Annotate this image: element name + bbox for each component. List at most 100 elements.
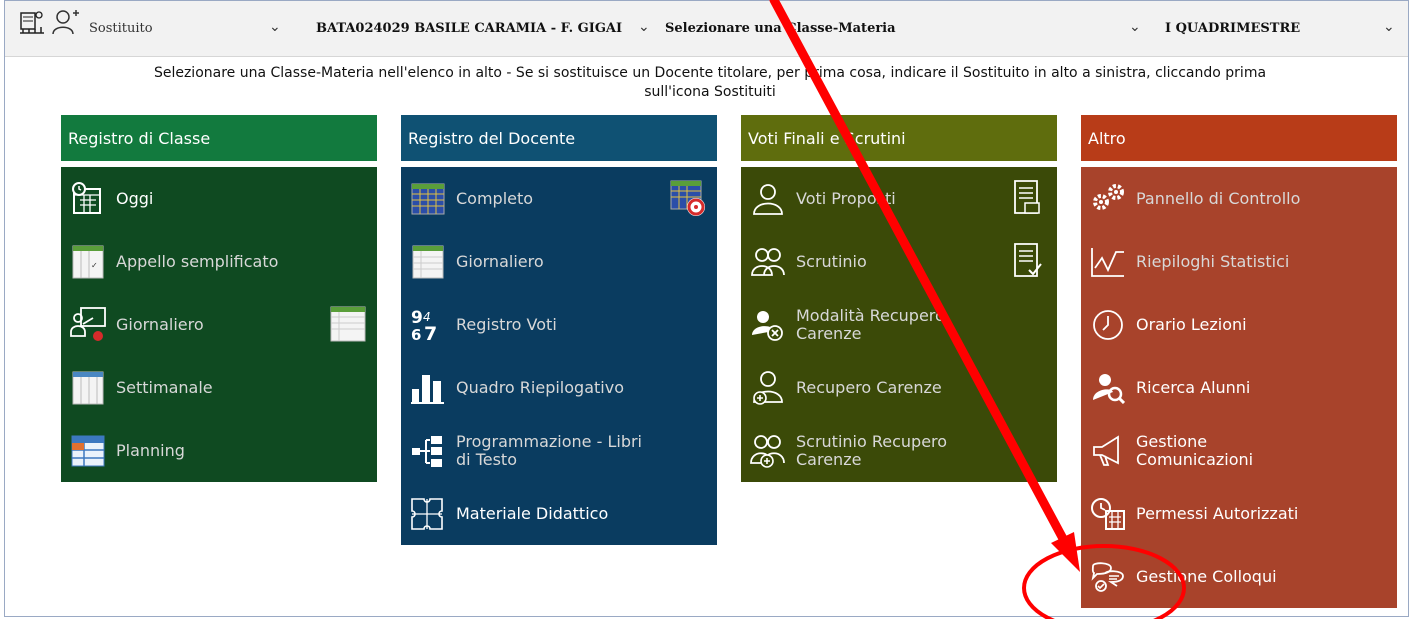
- users-plus-icon: [748, 431, 788, 471]
- user-outline-icon: [748, 179, 788, 219]
- menu-item-scrutinio-recupero[interactable]: Scrutinio Recupero Carenze: [741, 419, 1057, 482]
- menu-item-riepiloghi-statistici[interactable]: Riepiloghi Statistici: [1081, 230, 1397, 293]
- recovery-icon: [748, 305, 788, 345]
- permission-clock-icon: [1088, 494, 1128, 534]
- menu-item-scrutinio[interactable]: Scrutinio: [741, 230, 1057, 293]
- menu-item-giornaliero-docente[interactable]: Giornaliero: [401, 230, 717, 293]
- register-icon: ✓: [68, 242, 108, 282]
- sheet-icon[interactable]: [329, 305, 367, 343]
- chevron-down-icon[interactable]: ⌄: [269, 19, 281, 35]
- chevron-down-icon[interactable]: ⌄: [1129, 19, 1141, 35]
- sheet-icon: [408, 242, 448, 282]
- menu-item-pannello-controllo[interactable]: Pannello di Controllo: [1081, 167, 1397, 230]
- registro-docente-panel: Registro del Docente Completo Giornalier…: [401, 115, 717, 545]
- menu-item-oggi[interactable]: Oggi: [61, 167, 377, 230]
- menu-item-registro-voti[interactable]: 9467 Registro Voti: [401, 293, 717, 356]
- panel-body: Completo Giornaliero 9467 Registro Voti …: [401, 167, 717, 545]
- panel-title: Voti Finali e Scrutini: [741, 115, 1057, 161]
- menu-item-label: Modalità Recupero Carenze: [796, 305, 945, 343]
- top-bar: Sostituito ⌄ BATA024029 BASILE CARAMIA -…: [5, 1, 1408, 57]
- panel-body: Oggi ✓ Appello semplificato Giornaliero …: [61, 167, 377, 482]
- svg-text:✓: ✓: [91, 261, 98, 270]
- menu-item-completo[interactable]: Completo: [401, 167, 717, 230]
- svg-text:9: 9: [411, 308, 423, 328]
- user-search-icon: [1088, 368, 1128, 408]
- altro-panel: Altro Pannello di Controllo Riepiloghi S…: [1081, 115, 1397, 608]
- chevron-down-icon[interactable]: ⌄: [638, 19, 650, 35]
- menu-item-quadro-riepilogativo[interactable]: Quadro Riepilogativo: [401, 356, 717, 419]
- planning-table-icon: [68, 431, 108, 471]
- voti-finali-panel: Voti Finali e Scrutini Voti Proposti Scr…: [741, 115, 1057, 482]
- menu-item-label: Gestione Colloqui: [1136, 566, 1277, 586]
- grid-icon: [408, 179, 448, 219]
- substitute-user-icon[interactable]: [51, 9, 81, 35]
- menu-item-label: Pannello di Controllo: [1136, 188, 1301, 208]
- menu-item-label: Scrutinio Recupero Carenze: [796, 431, 948, 469]
- puzzle-icon: [408, 494, 448, 534]
- menu-item-label: Completo: [456, 188, 534, 208]
- menu-item-orario-lezioni[interactable]: Orario Lezioni: [1081, 293, 1397, 356]
- menu-item-permessi-autorizzati[interactable]: Permessi Autorizzati: [1081, 482, 1397, 545]
- bar-chart-icon: [408, 368, 448, 408]
- svg-text:6: 6: [411, 326, 421, 343]
- teacher-board-icon: [68, 305, 108, 345]
- menu-item-label: Planning: [116, 440, 185, 460]
- menu-item-label: Giornaliero: [116, 314, 204, 334]
- calendar-clock-icon: [68, 179, 108, 219]
- menu-item-label: Gestione Comunicazioni: [1136, 431, 1254, 469]
- users-outline-icon: [748, 242, 788, 282]
- sostituito-select[interactable]: Sostituito: [89, 21, 153, 36]
- menu-item-label: Scrutinio: [796, 251, 867, 271]
- user-plus-icon: [748, 368, 788, 408]
- school-building-icon[interactable]: [19, 9, 45, 35]
- panel-body: Voti Proposti Scrutinio Modalità Recuper…: [741, 167, 1057, 482]
- document-icon[interactable]: [1009, 179, 1047, 217]
- menu-item-label: Registro Voti: [456, 314, 557, 334]
- chat-bubbles-icon: [1088, 557, 1128, 597]
- menu-item-label: Recupero Carenze: [796, 377, 942, 397]
- menu-item-label: Orario Lezioni: [1136, 314, 1247, 334]
- svg-text:7: 7: [424, 323, 437, 343]
- menu-item-label: Riepiloghi Statistici: [1136, 251, 1290, 271]
- grid-target-icon[interactable]: [669, 179, 707, 217]
- menu-item-materiale-didattico[interactable]: Materiale Didattico: [401, 482, 717, 545]
- menu-item-label: Giornaliero: [456, 251, 544, 271]
- megaphone-icon: [1088, 431, 1128, 471]
- menu-item-modalita-recupero[interactable]: Modalità Recupero Carenze: [741, 293, 1057, 356]
- chevron-down-icon[interactable]: ⌄: [1383, 19, 1395, 35]
- menu-item-settimanale[interactable]: Settimanale: [61, 356, 377, 419]
- menu-item-label: Voti Proposti: [796, 188, 896, 208]
- menu-item-label: Settimanale: [116, 377, 213, 397]
- tree-icon: [408, 431, 448, 471]
- panel-body: Pannello di Controllo Riepiloghi Statist…: [1081, 167, 1397, 608]
- menu-item-label: Appello semplificato: [116, 251, 279, 271]
- menu-item-label: Ricerca Alunni: [1136, 377, 1251, 397]
- svg-text:4: 4: [423, 310, 431, 324]
- gears-icon: [1088, 179, 1128, 219]
- weekly-grid-icon: [68, 368, 108, 408]
- document-check-icon[interactable]: [1009, 242, 1047, 280]
- menu-item-programmazione[interactable]: Programmazione - Libri di Testo: [401, 419, 717, 482]
- clock-icon: [1088, 305, 1128, 345]
- menu-item-gestione-colloqui[interactable]: Gestione Colloqui: [1081, 545, 1397, 608]
- menu-item-recupero-carenze[interactable]: Recupero Carenze: [741, 356, 1057, 419]
- period-select[interactable]: I QUADRIMESTRE: [1165, 21, 1300, 36]
- menu-item-ricerca-alunni[interactable]: Ricerca Alunni: [1081, 356, 1397, 419]
- menu-item-label: Materiale Didattico: [456, 503, 609, 523]
- menu-item-appello[interactable]: ✓ Appello semplificato: [61, 230, 377, 293]
- panel-title: Registro di Classe: [61, 115, 377, 161]
- menu-item-voti-proposti[interactable]: Voti Proposti: [741, 167, 1057, 230]
- panel-title: Registro del Docente: [401, 115, 717, 161]
- menu-item-label: Quadro Riepilogativo: [456, 377, 624, 397]
- menu-item-gestione-comunicazioni[interactable]: Gestione Comunicazioni: [1081, 419, 1397, 482]
- menu-item-giornaliero-classe[interactable]: Giornaliero: [61, 293, 377, 356]
- menu-item-planning[interactable]: Planning: [61, 419, 377, 482]
- instructions-text: Selezionare una Classe-Materia nell'elen…: [153, 65, 1267, 100]
- panel-title: Altro: [1081, 115, 1397, 161]
- class-subject-select[interactable]: Selezionare una Classe-Materia: [665, 21, 896, 36]
- numbers-icon: 9467: [408, 305, 448, 345]
- menu-item-label: Programmazione - Libri di Testo: [456, 431, 642, 469]
- school-select[interactable]: BATA024029 BASILE CARAMIA - F. GIGAI: [316, 21, 622, 36]
- line-chart-icon: [1088, 242, 1128, 282]
- menu-item-label: Permessi Autorizzati: [1136, 503, 1299, 523]
